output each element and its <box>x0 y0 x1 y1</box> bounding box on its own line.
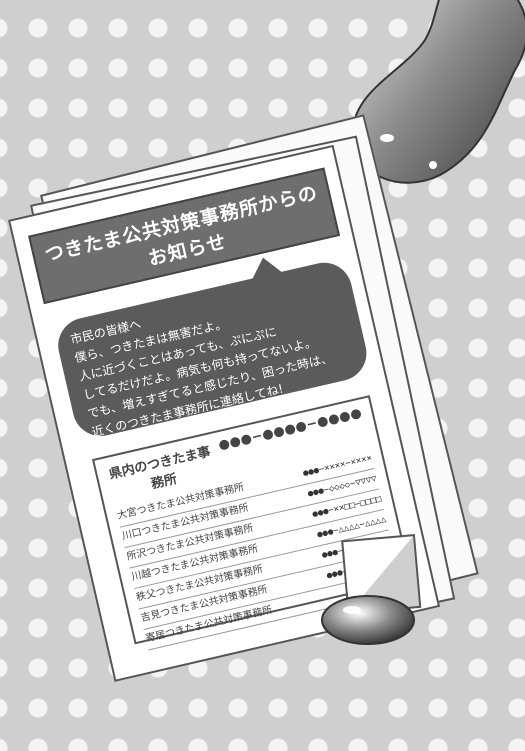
jelly-creature-bottom <box>321 595 415 645</box>
